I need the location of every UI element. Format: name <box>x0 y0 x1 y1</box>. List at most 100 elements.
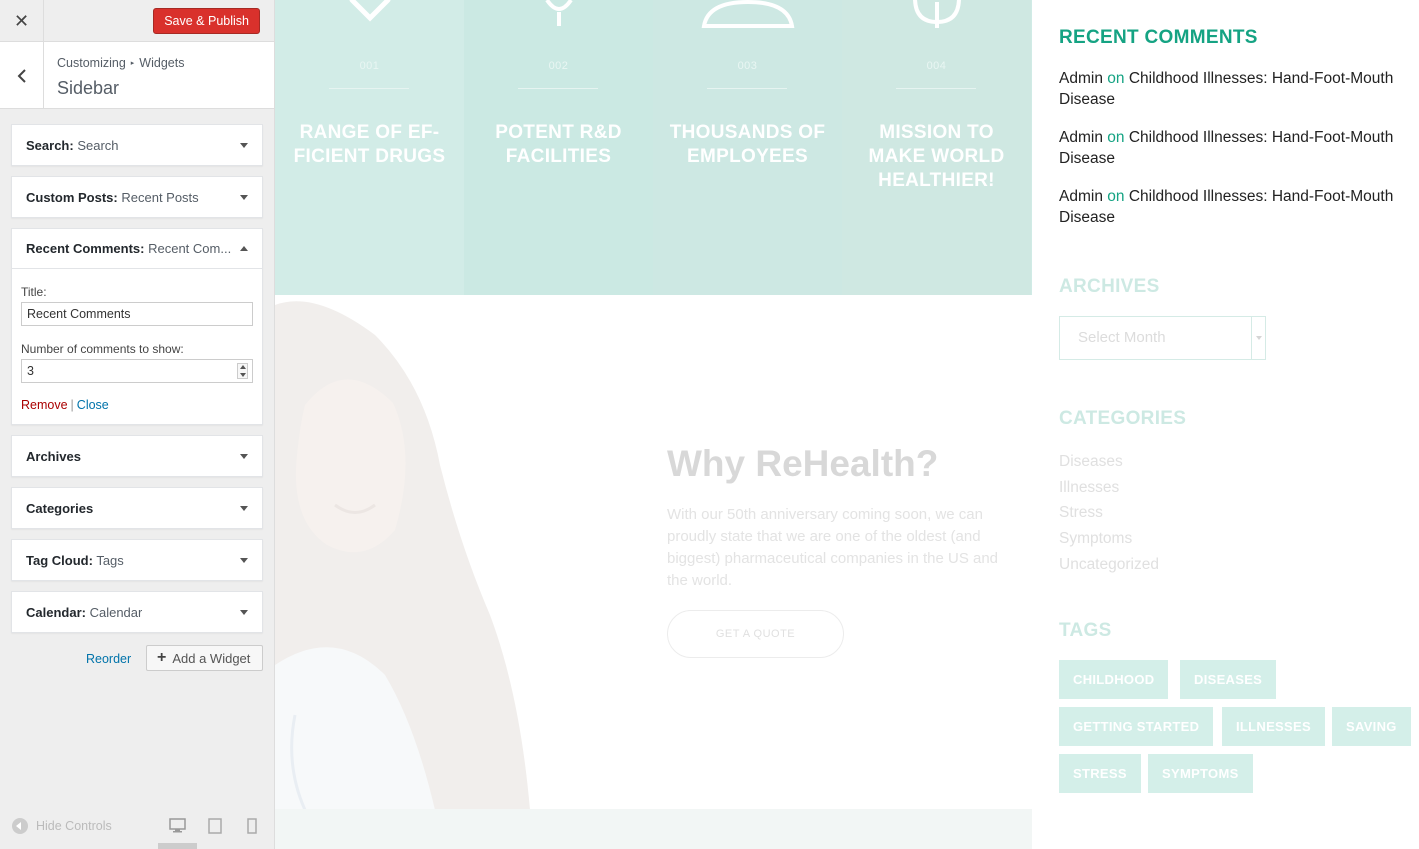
mobile-preview-icon[interactable] <box>247 818 257 834</box>
close-customizer-button[interactable]: ✕ <box>0 0 44 42</box>
microscope-icon <box>544 0 573 26</box>
category-link[interactable]: Stress <box>1059 500 1159 526</box>
widget-title: Search: Search <box>26 138 119 153</box>
breadcrumb-customizing: Customizing <box>57 56 126 70</box>
feature-number: 001 <box>359 60 380 72</box>
category-link[interactable]: Illnesses <box>1059 475 1159 501</box>
remove-link[interactable]: Remove <box>21 398 68 412</box>
desktop-preview-icon[interactable] <box>169 818 186 833</box>
add-widget-label: Add a Widget <box>172 650 251 666</box>
why-heading: Why ReHealth? <box>667 443 939 484</box>
back-button[interactable] <box>0 42 44 109</box>
category-link[interactable]: Symptoms <box>1059 526 1159 552</box>
close-link[interactable]: Close <box>77 398 109 412</box>
widget-header[interactable]: Custom Posts: Recent Posts <box>12 177 262 217</box>
comment-item: Admin on Childhood Illnesses: Hand-Foot-… <box>1059 186 1414 228</box>
arrow-down-icon[interactable] <box>240 453 248 459</box>
hide-controls-label: Hide Controls <box>36 819 112 833</box>
widget-list: Search: Search Custom Posts: Recent Post… <box>11 124 263 643</box>
collapse-icon <box>12 818 28 834</box>
arrow-down-icon[interactable] <box>240 505 248 511</box>
add-widget-button[interactable]: + Add a Widget <box>146 645 263 671</box>
close-icon: ✕ <box>13 10 30 31</box>
separator: | <box>70 398 74 412</box>
globe-icon <box>912 0 961 28</box>
category-link[interactable]: Uncategorized <box>1059 552 1159 578</box>
tag[interactable]: SYMPTOMS <box>1148 754 1253 793</box>
arrow-down-icon[interactable] <box>240 194 248 200</box>
arrow-down-icon[interactable] <box>240 609 248 615</box>
widget-header[interactable]: Categories <box>12 488 262 528</box>
widget-instance-title: Calendar <box>89 604 143 620</box>
categories-heading: CATEGORIES <box>1059 408 1187 429</box>
feature-label: MISSION TO MAKE WORLD HEALTHIER! <box>868 122 1005 191</box>
widget-search: Search: Search <box>11 124 263 166</box>
widget-header[interactable]: Tag Cloud: Tags <box>12 540 262 580</box>
site-preview: 001 RANGE OF EF- FICIENT DRUGS 002 POTEN… <box>275 0 1419 849</box>
breadcrumb-widgets: Widgets <box>139 56 185 70</box>
get-quote-button[interactable]: GET A QUOTE <box>667 610 844 658</box>
stepper-down-icon[interactable] <box>239 373 246 377</box>
comment-on: on <box>1107 129 1125 146</box>
reorder-link[interactable]: Reorder <box>86 652 131 666</box>
tag[interactable]: CHILDHOOD <box>1059 660 1169 699</box>
doctor-photo <box>275 301 530 810</box>
feature-4: 004 MISSION TO MAKE WORLD HEALTHIER! <box>842 0 1031 295</box>
widget-type: Categories <box>26 500 94 516</box>
feature-label: RANGE OF EF- FICIENT DRUGS <box>293 122 446 167</box>
archives-select[interactable]: Select Month <box>1059 316 1266 360</box>
category-link[interactable]: Diseases <box>1059 449 1159 475</box>
feature-number: 002 <box>548 60 569 72</box>
breadcrumb-separator: ▸ <box>130 60 135 67</box>
chevron-left-icon <box>17 68 26 83</box>
count-input[interactable] <box>21 359 253 383</box>
widget-tag-cloud: Tag Cloud: Tags <box>11 539 263 581</box>
comment-author: Admin <box>1059 70 1103 87</box>
widget-header[interactable]: Recent Comments: Recent Com... <box>12 229 262 269</box>
tablet-preview-icon[interactable] <box>208 818 222 834</box>
tag[interactable]: ILLNESSES <box>1222 707 1325 746</box>
comment-author: Admin <box>1059 188 1103 205</box>
recent-comments-list: Admin on Childhood Illnesses: Hand-Foot-… <box>1059 68 1414 245</box>
feature-number: 004 <box>926 60 947 72</box>
widget-title: Categories <box>26 501 93 516</box>
customizer-header: ✕ Save & Publish <box>0 0 274 42</box>
widget-calendar: Calendar: Calendar <box>11 591 263 633</box>
panel-title: Sidebar <box>57 78 120 98</box>
arrow-down-icon[interactable] <box>240 142 248 148</box>
widget-header[interactable]: Archives <box>12 436 262 476</box>
breadcrumb: Customizing ▸ Widgets <box>57 56 184 70</box>
number-stepper[interactable] <box>237 363 248 379</box>
comment-on: on <box>1107 188 1125 205</box>
recent-comments-heading: RECENT COMMENTS <box>1059 27 1258 48</box>
hide-controls-button[interactable]: Hide Controls <box>12 818 112 834</box>
archives-heading: ARCHIVES <box>1059 276 1160 297</box>
widget-type: Tag Cloud: <box>26 552 93 568</box>
widget-header[interactable]: Search: Search <box>12 125 262 165</box>
divider <box>518 88 598 89</box>
widget-type: Search: <box>26 137 74 153</box>
tag[interactable]: GETTING STARTED <box>1059 707 1214 746</box>
widget-title: Recent Comments: Recent Com... <box>26 241 231 256</box>
title-input[interactable] <box>21 302 253 326</box>
why-text: With our 50th anniversary coming soon, w… <box>667 506 999 589</box>
widget-title: Calendar: Calendar <box>26 605 142 620</box>
widget-categories: Categories <box>11 487 263 529</box>
arrow-up-icon[interactable] <box>240 246 248 251</box>
chevron-down-icon <box>1251 317 1265 359</box>
arrow-down-icon[interactable] <box>240 557 248 563</box>
save-publish-button[interactable]: Save & Publish <box>153 8 260 34</box>
widget-form: Title: Number of comments to show: Remov… <box>12 269 262 424</box>
widget-instance-title: Search <box>77 137 119 153</box>
tag[interactable]: DISEASES <box>1180 660 1277 699</box>
comment-item: Admin on Childhood Illnesses: Hand-Foot-… <box>1059 68 1414 110</box>
widget-tools: Reorder + Add a Widget <box>0 645 263 671</box>
widget-actions: Remove | Close <box>21 398 253 412</box>
customizer-footer: Hide Controls <box>0 806 274 849</box>
title-label: Title: <box>21 285 47 299</box>
tag[interactable]: SAVING <box>1332 707 1411 746</box>
archives-select-value: Select Month <box>1078 329 1166 346</box>
tag[interactable]: STRESS <box>1059 754 1141 793</box>
stepper-up-icon[interactable] <box>239 365 246 369</box>
widget-header[interactable]: Calendar: Calendar <box>12 592 262 632</box>
